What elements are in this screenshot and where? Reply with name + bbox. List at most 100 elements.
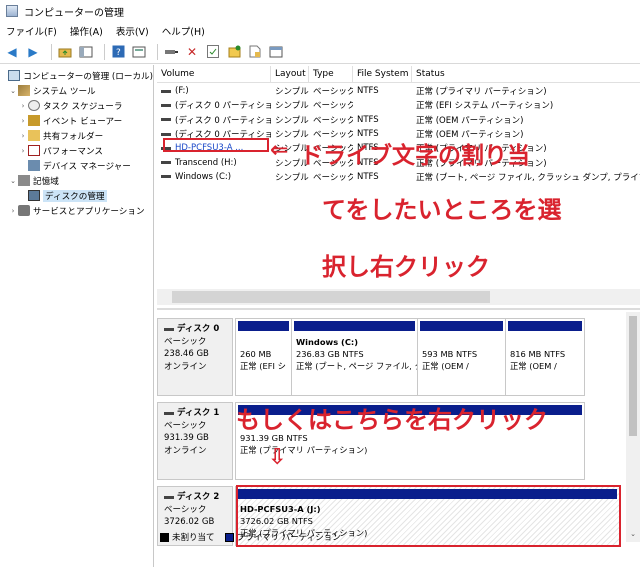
partition-status: 正常 (ブート, ページ ファイル, ク bbox=[296, 361, 417, 371]
delete-x-icon[interactable]: ✕ bbox=[184, 44, 200, 60]
tree-item-disk-management[interactable]: ディスクの管理 bbox=[0, 188, 153, 203]
volume-name: (ディスク 0 パーティション 4) bbox=[175, 115, 271, 126]
performance-icon bbox=[28, 145, 40, 156]
volume-cell: Transcend (H:) bbox=[157, 158, 271, 168]
column-header-type[interactable]: Type bbox=[309, 66, 353, 82]
unallocated-swatch bbox=[160, 532, 169, 542]
chevron-down-icon[interactable]: ⌄ bbox=[8, 87, 18, 95]
volume-cell: Windows (C:) bbox=[157, 172, 271, 182]
partition-status: 正常 (EFI シ bbox=[240, 361, 286, 371]
tree-item-task-scheduler[interactable]: › タスク スケジューラ bbox=[0, 98, 153, 113]
vertical-scrollbar[interactable]: ⌄ bbox=[626, 312, 640, 542]
partition[interactable]: 816 MB NTFS 正常 (OEM / bbox=[506, 319, 584, 395]
tree-item-services-apps[interactable]: › サービスとアプリケーション bbox=[0, 203, 153, 218]
tree-item-system-tools[interactable]: ⌄ システム ツール bbox=[0, 83, 153, 98]
layout-cell: シンプル bbox=[275, 101, 309, 112]
partition-name: Windows (C:) bbox=[296, 337, 359, 347]
chevron-down-icon[interactable]: ⌄ bbox=[626, 530, 640, 542]
partition-status: 正常 (OEM / bbox=[510, 361, 557, 371]
folder-add-icon[interactable] bbox=[226, 44, 242, 60]
table-row[interactable]: Windows (C:) シンプル ベーシック NTFS 正常 (ブート, ペー… bbox=[157, 170, 640, 184]
chevron-right-icon[interactable]: › bbox=[18, 102, 28, 110]
table-row[interactable]: (ディスク 0 パーティション 1) シンプル ベーシック 正常 (EFI シス… bbox=[157, 98, 640, 112]
menu-bar: ファイル(F) 操作(A) 表示(V) ヘルプ(H) bbox=[0, 22, 640, 40]
tree-item-label: 共有フォルダー bbox=[43, 131, 104, 142]
disk-type: ベーシック bbox=[164, 420, 207, 431]
volume-icon bbox=[161, 89, 171, 93]
navigation-tree: コンピューターの管理 (ローカル) ⌄ システム ツール › タスク スケジュー… bbox=[0, 65, 154, 567]
pane-splitter[interactable] bbox=[157, 308, 640, 310]
disk-status: オンライン bbox=[164, 445, 207, 456]
status-cell: 正常 (EFI システム パーティション) bbox=[416, 101, 554, 112]
partition-name bbox=[240, 336, 291, 348]
table-row[interactable]: (F:) シンプル ベーシック NTFS 正常 (プライマリ パーティション) bbox=[157, 84, 640, 98]
chevron-down-icon[interactable]: ⌄ bbox=[8, 177, 18, 185]
storage-icon bbox=[18, 175, 30, 186]
tree-item-storage[interactable]: ⌄ 記憶域 bbox=[0, 173, 153, 188]
disk-size: 3726.02 GB bbox=[164, 517, 215, 527]
menu-file[interactable]: ファイル(F) bbox=[6, 24, 57, 38]
disk-info[interactable]: ディスク 1 ベーシック 931.39 GB オンライン bbox=[157, 402, 233, 480]
toolbar-separator bbox=[157, 43, 158, 60]
volume-icon bbox=[161, 161, 171, 165]
column-header-volume[interactable]: Volume bbox=[157, 66, 271, 82]
disk-status: オンライン bbox=[164, 361, 207, 372]
primary-partition-swatch bbox=[224, 532, 234, 542]
connect-icon[interactable] bbox=[163, 44, 179, 60]
menu-action[interactable]: 操作(A) bbox=[70, 24, 103, 38]
partition[interactable]: 260 MB 正常 (EFI シ bbox=[236, 319, 292, 395]
column-header-status[interactable]: Status bbox=[412, 66, 640, 82]
disk-size: 238.46 GB bbox=[164, 349, 209, 359]
volume-name: Windows (C:) bbox=[175, 171, 232, 182]
window-icon[interactable] bbox=[268, 44, 284, 60]
disk-icon bbox=[164, 495, 174, 499]
up-folder-icon[interactable] bbox=[57, 44, 73, 60]
partition[interactable]: 593 MB NTFS 正常 (OEM / bbox=[418, 319, 506, 395]
services-icon bbox=[18, 205, 30, 216]
menu-view[interactable]: 表示(V) bbox=[116, 24, 149, 38]
help-icon[interactable]: ? bbox=[110, 44, 126, 60]
chevron-right-icon[interactable]: › bbox=[8, 207, 18, 215]
tree-item-performance[interactable]: › パフォーマンス bbox=[0, 143, 153, 158]
back-arrow-icon[interactable]: ◀ bbox=[4, 44, 20, 60]
filesystem-cell: NTFS bbox=[357, 171, 379, 182]
tree-item-shared-folders[interactable]: › 共有フォルダー bbox=[0, 128, 153, 143]
tree-item-computer-management[interactable]: コンピューターの管理 (ローカル) bbox=[0, 68, 153, 83]
menu-help[interactable]: ヘルプ(H) bbox=[162, 24, 205, 38]
partition-strip: 260 MB 正常 (EFI シ Windows (C:) 236.83 GB … bbox=[235, 318, 585, 396]
tree-item-label: システム ツール bbox=[33, 86, 96, 97]
column-header-layout[interactable]: Layout bbox=[271, 66, 309, 82]
horizontal-scroll-thumb[interactable] bbox=[172, 291, 490, 303]
tree-item-device-manager[interactable]: デバイス マネージャー bbox=[0, 158, 153, 173]
volume-name: (ディスク 0 パーティション 1) bbox=[175, 101, 271, 112]
layout-cell: シンプル bbox=[275, 172, 309, 183]
partition[interactable]: Windows (C:) 236.83 GB NTFS 正常 (ブート, ページ… bbox=[292, 319, 418, 395]
highlight-box-volume bbox=[163, 138, 269, 152]
device-manager-icon bbox=[28, 160, 40, 171]
properties-icon[interactable] bbox=[131, 44, 147, 60]
tree-item-label: ディスクの管理 bbox=[43, 189, 107, 202]
disk-info[interactable]: ディスク 0 ベーシック 238.46 GB オンライン bbox=[157, 318, 233, 396]
tree-item-event-viewer[interactable]: › イベント ビューアー bbox=[0, 113, 153, 128]
chevron-right-icon[interactable]: › bbox=[18, 147, 28, 155]
partition-status: 正常 (プライマリ パーティション) bbox=[240, 445, 368, 455]
chevron-right-icon[interactable]: › bbox=[18, 117, 28, 125]
annotation-line-4: もしくはこちらを右クリック bbox=[236, 406, 548, 434]
tree-item-label: サービスとアプリケーション bbox=[33, 206, 145, 217]
disk-row-0: ディスク 0 ベーシック 238.46 GB オンライン 260 MB 正常 (… bbox=[157, 318, 585, 396]
partition-text: 816 MB NTFS 正常 (OEM / bbox=[506, 331, 584, 372]
disk-name: ディスク 1 bbox=[164, 407, 232, 420]
forward-arrow-icon[interactable]: ▶ bbox=[25, 44, 41, 60]
table-row[interactable]: (ディスク 0 パーティション 4) シンプル ベーシック NTFS 正常 (O… bbox=[157, 113, 640, 127]
partition-size: 260 MB bbox=[240, 349, 272, 359]
vertical-scroll-thumb[interactable] bbox=[629, 316, 637, 436]
chevron-right-icon[interactable]: › bbox=[18, 132, 28, 140]
check-icon[interactable] bbox=[205, 44, 221, 60]
column-header-file-system[interactable]: File System bbox=[353, 66, 412, 82]
disk-icon bbox=[164, 327, 174, 331]
volume-cell: (ディスク 0 パーティション 4) bbox=[157, 114, 271, 126]
show-hide-tree-icon[interactable] bbox=[78, 44, 94, 60]
volume-cell: (ディスク 0 パーティション 1) bbox=[157, 99, 271, 111]
page-icon[interactable] bbox=[247, 44, 263, 60]
partition-name bbox=[422, 336, 505, 348]
